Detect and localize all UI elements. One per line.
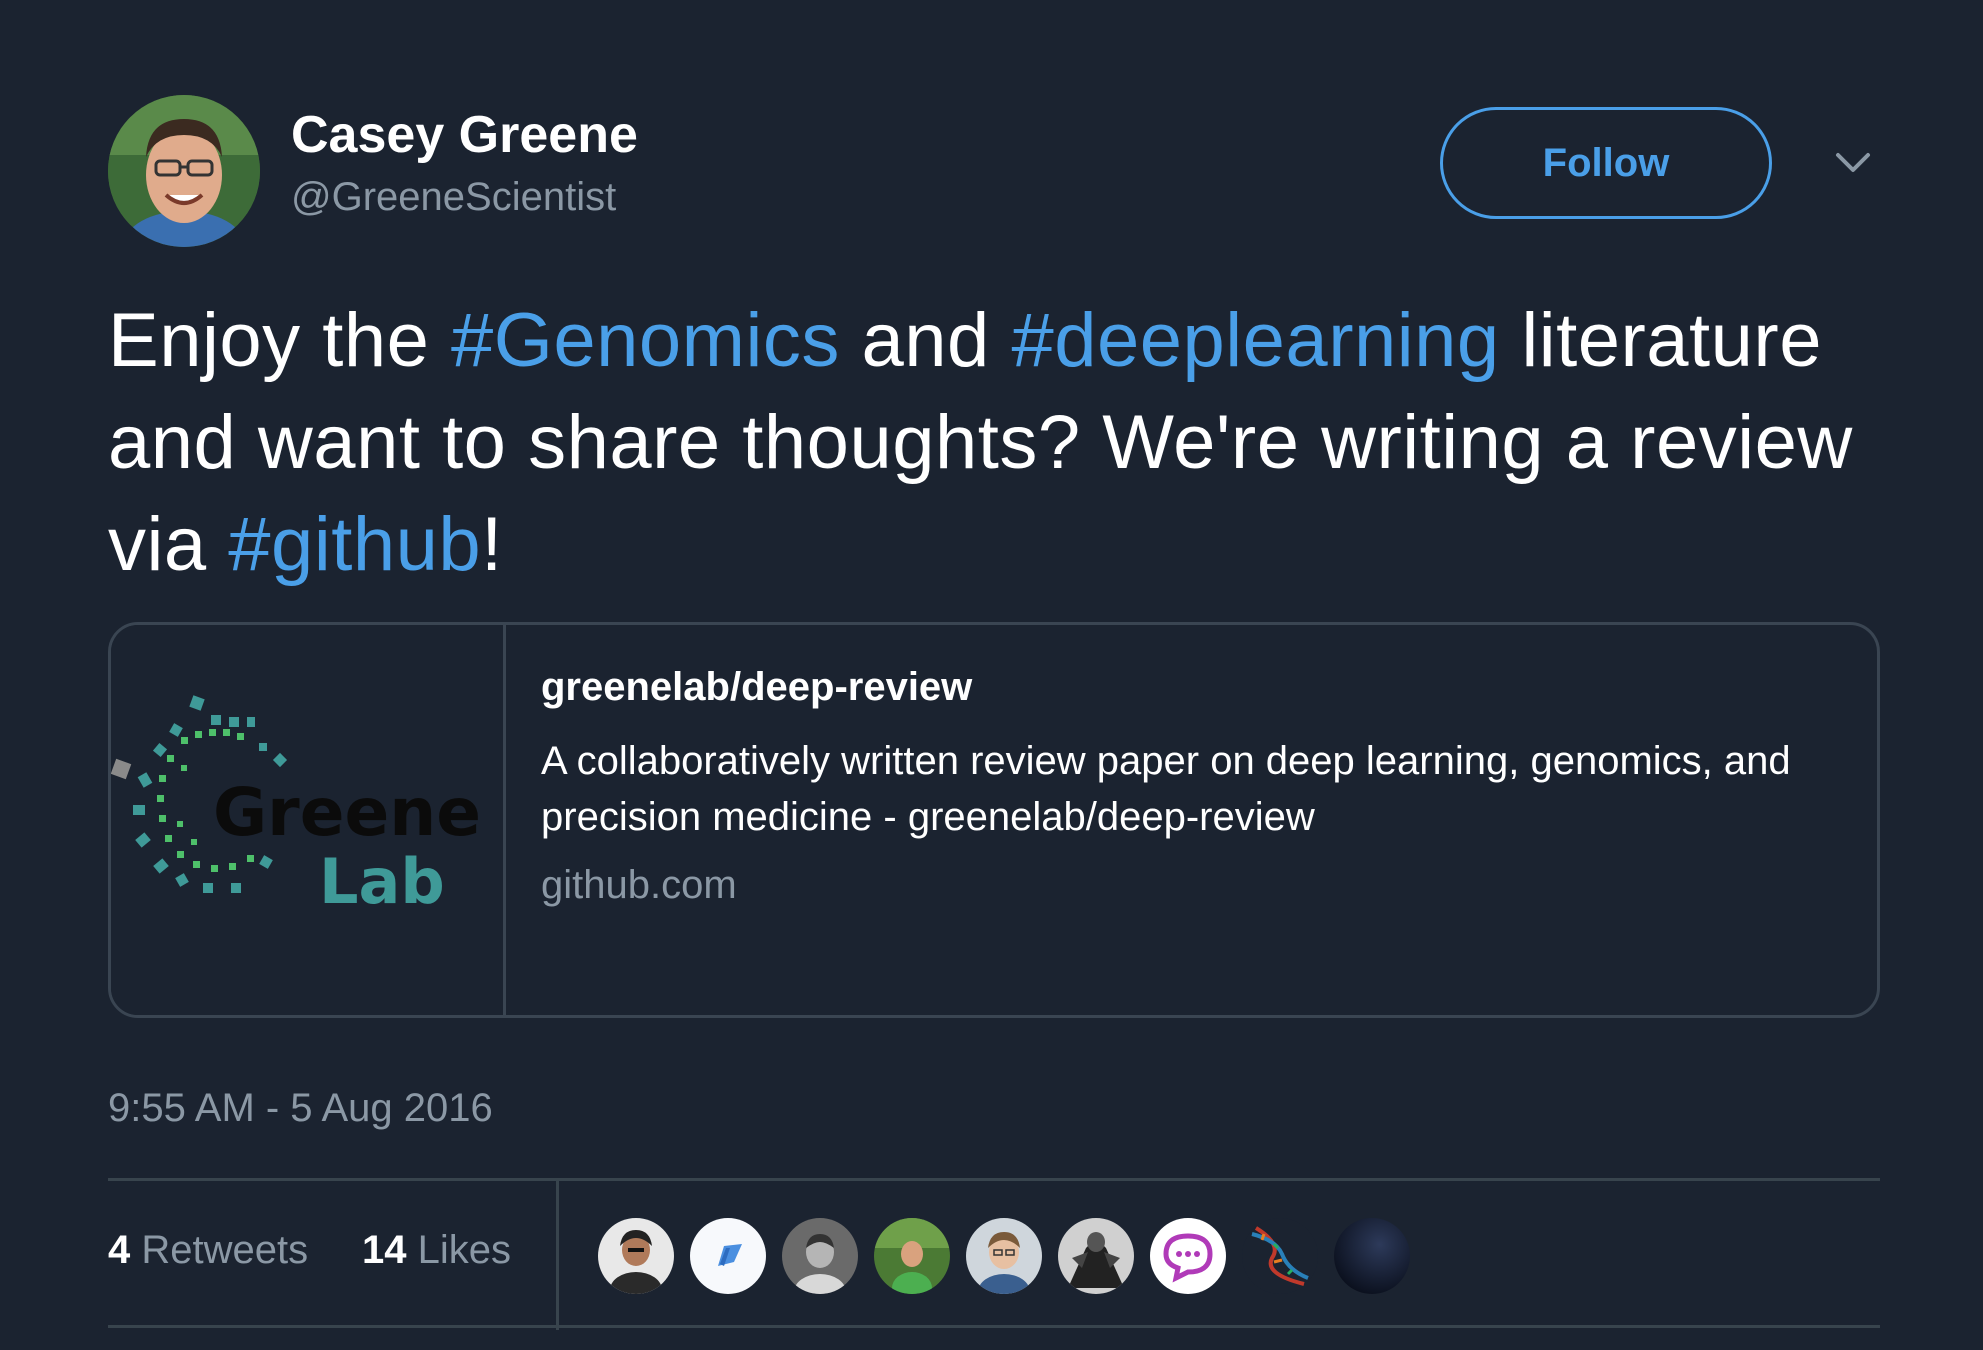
tweet-timestamp[interactable]: 9:55 AM - 5 Aug 2016: [108, 1086, 493, 1131]
likes-stat[interactable]: 14 Likes: [362, 1228, 511, 1273]
retweets-label: Retweets: [141, 1228, 309, 1272]
tweet-text: Enjoy the #Genomics and #deeplearning li…: [108, 290, 1888, 596]
retweets-stat[interactable]: 4 Retweets: [108, 1228, 308, 1273]
hashtag-github[interactable]: #github: [228, 502, 481, 587]
hashtag-genomics[interactable]: #Genomics: [451, 298, 840, 383]
card-thumbnail: Greene Lab: [111, 625, 506, 1015]
liker-avatar[interactable]: [874, 1218, 950, 1294]
link-preview-card[interactable]: Greene Lab greenelab/deep-review A colla…: [108, 622, 1880, 1018]
author-name[interactable]: Casey Greene: [291, 105, 638, 165]
hashtag-deeplearning[interactable]: #deeplearning: [1011, 298, 1499, 383]
liker-avatar[interactable]: [1150, 1218, 1226, 1294]
likes-label: Likes: [417, 1228, 512, 1272]
card-description: A collaboratively written review paper o…: [541, 739, 1791, 839]
liker-avatar[interactable]: [966, 1218, 1042, 1294]
follow-button[interactable]: Follow: [1440, 107, 1772, 219]
liker-avatar[interactable]: [1058, 1218, 1134, 1294]
tweet-text-segment: and: [839, 298, 1012, 383]
avatar-photo-icon: [108, 95, 260, 247]
tweet-text-segment: !: [481, 502, 503, 587]
logo-text-lab: Lab: [319, 845, 445, 918]
author-avatar[interactable]: [108, 95, 260, 247]
card-title: greenelab/deep-review: [541, 665, 973, 709]
author-handle[interactable]: @GreeneScientist: [291, 175, 616, 220]
divider: [108, 1325, 1880, 1328]
retweets-count: 4: [108, 1228, 131, 1272]
liker-avatar[interactable]: [690, 1218, 766, 1294]
likes-count: 14: [362, 1228, 407, 1272]
stats-divider: [556, 1180, 559, 1330]
tweet-stats: 4 Retweets 14 Likes: [108, 1180, 1880, 1330]
tweet-header: Casey Greene @GreeneScientist Follow: [108, 95, 1883, 250]
chevron-down-icon[interactable]: [1828, 143, 1878, 183]
greene-lab-logo-icon: Greene Lab: [111, 695, 481, 918]
logo-text-greene: Greene: [213, 774, 481, 851]
liker-avatar[interactable]: [782, 1218, 858, 1294]
liker-avatar[interactable]: [1334, 1218, 1410, 1294]
card-domain: github.com: [541, 863, 737, 907]
liker-avatar[interactable]: [598, 1218, 674, 1294]
dna-icon[interactable]: [1242, 1218, 1318, 1294]
tweet-text-segment: Enjoy the: [108, 298, 451, 383]
